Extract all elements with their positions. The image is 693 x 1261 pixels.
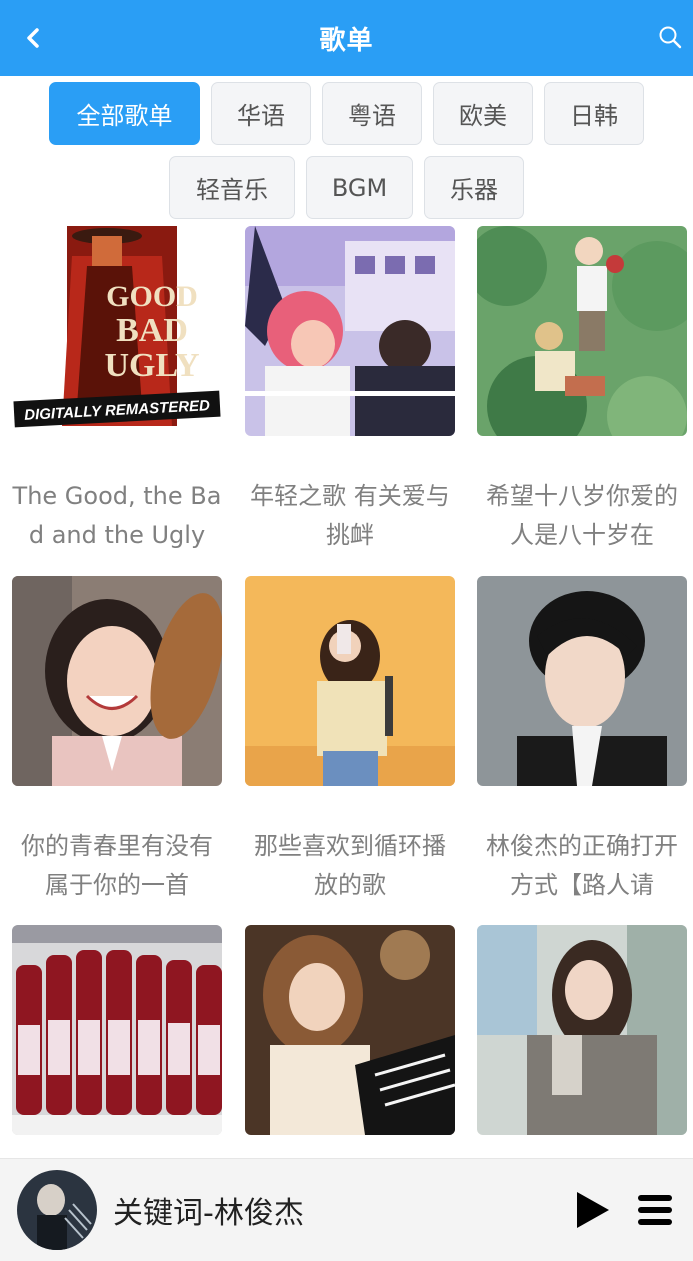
category-filters: 全部歌单 华语 粤语 欧美 日韩 轻音乐 BGM 乐器 xyxy=(0,82,693,230)
playlist-cover xyxy=(245,576,455,786)
playlist-card[interactable]: 你的青春里有没有属于你的一首 xyxy=(12,576,222,905)
playlist-title[interactable]: The Good, the Bad and the Ugly xyxy=(12,477,222,555)
now-playing-cover[interactable] xyxy=(17,1170,97,1250)
filter-jpkr[interactable]: 日韩 xyxy=(544,82,644,145)
playlist-title[interactable]: 你的青春里有没有属于你的一首 xyxy=(12,827,222,905)
playlist-title[interactable]: 那些喜欢到循环播放的歌 xyxy=(245,827,455,905)
playlist-title[interactable]: 希望十八岁你爱的人是八十岁在 xyxy=(477,477,687,555)
cover-text-bad: BAD xyxy=(116,312,188,349)
playlist-cover xyxy=(477,925,687,1135)
filter-cantonese[interactable]: 粤语 xyxy=(322,82,422,145)
playlist-title[interactable]: 年轻之歌 有关爱与挑衅 xyxy=(245,477,455,555)
playlist-cover xyxy=(12,925,222,1135)
filter-mandarin[interactable]: 华语 xyxy=(211,82,311,145)
playlist-cover xyxy=(477,576,687,786)
playlist-cover xyxy=(245,925,455,1135)
playlist-cover xyxy=(12,576,222,786)
cover-text-good: GOOD xyxy=(106,280,198,313)
filter-row-1: 全部歌单 华语 粤语 欧美 日韩 xyxy=(0,82,693,145)
page-title: 歌单 xyxy=(319,25,374,56)
playlist-card[interactable]: GOOD BAD UGLY DIGITALLY REMASTERED The G… xyxy=(12,226,222,555)
filter-western[interactable]: 欧美 xyxy=(433,82,533,145)
now-playing-title[interactable]: 关键词-林俊杰 xyxy=(113,1188,575,1232)
cover-text-ugly: UGLY xyxy=(104,347,199,384)
filter-all-playlists[interactable]: 全部歌单 xyxy=(49,82,200,145)
top-bar: 歌单 xyxy=(0,0,693,76)
playlist-menu-icon[interactable] xyxy=(637,1193,673,1227)
playlist-cover xyxy=(245,226,455,436)
filter-row-2: 轻音乐 BGM 乐器 xyxy=(0,156,693,219)
playlist-cover: GOOD BAD UGLY DIGITALLY REMASTERED xyxy=(12,226,222,436)
back-arrow-icon[interactable] xyxy=(18,22,50,54)
playlist-card[interactable]: 林俊杰的正确打开方式【路人请 xyxy=(477,576,687,905)
playlist-card[interactable]: 那些喜欢到循环播放的歌 xyxy=(245,576,455,905)
playlist-title[interactable]: 林俊杰的正确打开方式【路人请 xyxy=(477,827,687,905)
mini-player[interactable]: 关键词-林俊杰 xyxy=(0,1158,693,1261)
filter-light-music[interactable]: 轻音乐 xyxy=(169,156,295,219)
filter-instruments[interactable]: 乐器 xyxy=(424,156,524,219)
search-icon[interactable] xyxy=(657,24,685,52)
filter-bgm[interactable]: BGM xyxy=(306,156,413,219)
playlist-card[interactable]: 希望十八岁你爱的人是八十岁在 xyxy=(477,226,687,555)
playlist-card[interactable]: 年轻之歌 有关爱与挑衅 xyxy=(245,226,455,555)
playlist-cover xyxy=(477,226,687,436)
play-icon[interactable] xyxy=(575,1190,611,1230)
